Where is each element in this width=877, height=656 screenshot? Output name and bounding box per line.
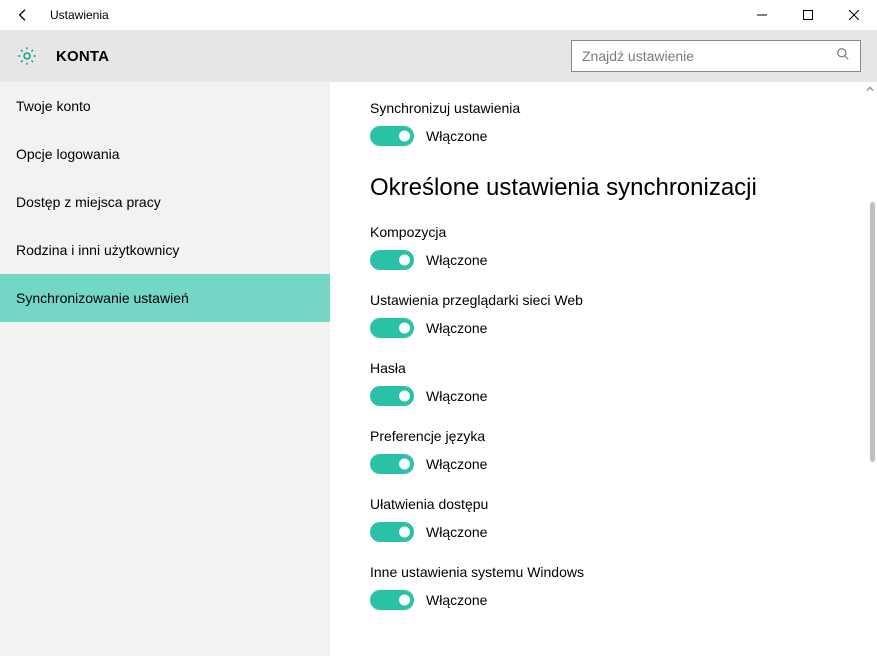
content-pane: Synchronizuj ustawienia Włączone Określo… [330,82,877,656]
close-button[interactable] [831,0,877,30]
toggle-accessibility[interactable] [370,522,414,542]
setting-label: Kompozycja [370,224,837,240]
maximize-button[interactable] [785,0,831,30]
toggle-state-label: Włączone [426,388,487,404]
setting-browser: Ustawienia przeglądarki sieci Web Włączo… [370,292,837,338]
setting-label: Ułatwienia dostępu [370,496,837,512]
sidebar-item-label: Twoje konto [16,98,91,114]
toggle-language[interactable] [370,454,414,474]
setting-passwords: Hasła Włączone [370,360,837,406]
group-heading: Określone ustawienia synchronizacji [370,174,837,202]
scrollbar[interactable] [863,82,877,656]
search-icon [836,47,850,66]
setting-other-windows: Inne ustawienia systemu Windows Włączone [370,564,837,610]
toggle-state-label: Włączone [426,252,487,268]
toggle-other-windows[interactable] [370,590,414,610]
section-title: KONTA [56,48,109,65]
setting-label: Preferencje języka [370,428,837,444]
toggle-theme[interactable] [370,250,414,270]
sidebar-item-signin-options[interactable]: Opcje logowania [0,130,330,178]
sidebar: Twoje konto Opcje logowania Dostęp z mie… [0,82,330,656]
sidebar-item-label: Synchronizowanie ustawień [16,290,189,306]
sidebar-item-label: Dostęp z miejsca pracy [16,194,161,210]
setting-label: Ustawienia przeglądarki sieci Web [370,292,837,308]
sidebar-item-label: Rodzina i inni użytkownicy [16,242,179,258]
setting-theme: Kompozycja Włączone [370,224,837,270]
scrollbar-thumb[interactable] [870,202,875,462]
body: Twoje konto Opcje logowania Dostęp z mie… [0,82,877,656]
toggle-sync-master[interactable] [370,126,414,146]
toggle-browser[interactable] [370,318,414,338]
search-box[interactable] [571,40,861,72]
toggle-state-label: Włączone [426,128,487,144]
minimize-button[interactable] [739,0,785,30]
sidebar-item-sync-settings[interactable]: Synchronizowanie ustawień [0,274,330,322]
toggle-state-label: Włączone [426,524,487,540]
setting-label: Inne ustawienia systemu Windows [370,564,837,580]
setting-language: Preferencje języka Włączone [370,428,837,474]
back-button[interactable] [0,0,46,30]
setting-label: Hasła [370,360,837,376]
sidebar-item-label: Opcje logowania [16,146,120,162]
sidebar-item-your-account[interactable]: Twoje konto [0,82,330,130]
setting-sync-master: Synchronizuj ustawienia Włączone [370,100,837,146]
sidebar-item-work-access[interactable]: Dostęp z miejsca pracy [0,178,330,226]
setting-accessibility: Ułatwienia dostępu Włączone [370,496,837,542]
toggle-state-label: Włączone [426,456,487,472]
scroll-up-arrow[interactable] [863,82,877,96]
sidebar-item-family[interactable]: Rodzina i inni użytkownicy [0,226,330,274]
gear-icon [16,45,38,67]
toggle-state-label: Włączone [426,320,487,336]
search-input[interactable] [582,48,830,64]
toggle-state-label: Włączone [426,592,487,608]
header: KONTA [0,30,877,82]
setting-label: Synchronizuj ustawienia [370,100,837,116]
titlebar: Ustawienia [0,0,877,30]
window-title: Ustawienia [46,8,109,22]
toggle-passwords[interactable] [370,386,414,406]
